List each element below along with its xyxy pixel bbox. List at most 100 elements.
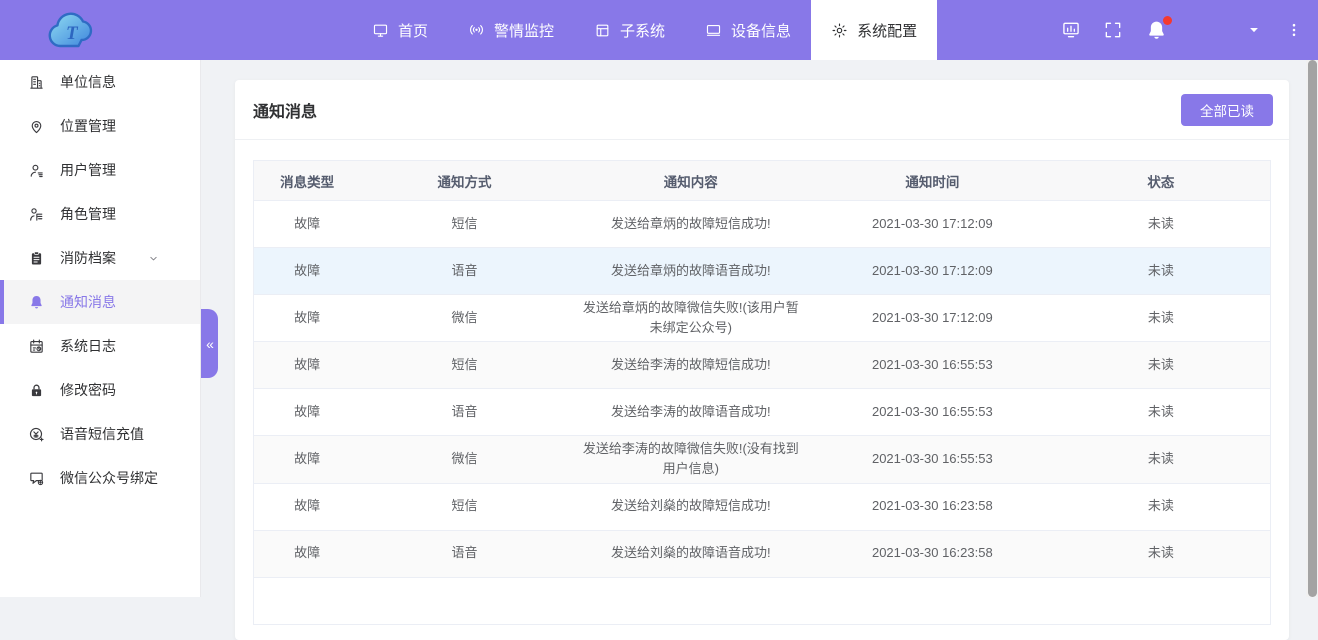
table-cell: 未读 (1052, 436, 1271, 483)
sidebar-item-wechat-binding[interactable]: 微信公众号绑定 (0, 456, 200, 500)
device-icon (705, 22, 722, 39)
kebab-button[interactable] (1285, 21, 1303, 39)
table-cell: 故障 (254, 342, 361, 389)
main-nav: 首页 警情监控 子系统设备信息 系统配置 (352, 0, 937, 60)
nav-item-label: 首页 (398, 20, 428, 41)
sidebar-item-unit-info[interactable]: 单位信息 (0, 60, 200, 104)
gear-icon (831, 22, 848, 39)
sidebar-item-voice-sms-recharge[interactable]: 语音短信充值 (0, 412, 200, 456)
sidebar-item-system-log[interactable]: 系统日志 (0, 324, 200, 368)
nav-item-subsystem[interactable]: 子系统 (574, 0, 685, 60)
app-logo[interactable]: T (26, 6, 122, 54)
location-icon (28, 118, 45, 135)
user-icon (28, 162, 45, 179)
kebab-icon (1285, 21, 1303, 39)
building-icon (28, 74, 45, 91)
table-cell: 故障 (254, 530, 361, 577)
clipboard-icon (28, 250, 45, 267)
table-cell (569, 577, 813, 624)
lock-icon (28, 382, 45, 399)
sidebar-item-label: 用户管理 (60, 160, 116, 180)
table-cell: 2021-03-30 16:23:58 (813, 530, 1052, 577)
nav-item-label: 系统配置 (857, 20, 917, 41)
stats-icon (1061, 20, 1081, 40)
sidebar-item-label: 系统日志 (60, 336, 116, 356)
svg-text:T: T (66, 23, 79, 44)
table-row[interactable]: 故障语音发送给李涛的故障语音成功!2021-03-30 16:55:53未读 (254, 389, 1271, 436)
table-cell: 2021-03-30 16:55:53 (813, 342, 1052, 389)
table-row[interactable]: 故障短信发送给刘燊的故障短信成功!2021-03-30 16:23:58未读 (254, 483, 1271, 530)
table-cell: 发送给刘燊的故障短信成功! (569, 483, 813, 530)
table-cell: 故障 (254, 201, 361, 248)
table-cell: 发送给章炳的故障语音成功! (569, 248, 813, 295)
notifications-table: 消息类型通知方式通知内容通知时间状态 故障短信发送给章炳的故障短信成功!2021… (253, 160, 1271, 625)
stats-button[interactable] (1061, 20, 1081, 40)
notification-badge (1163, 16, 1172, 25)
table-cell: 发送给章炳的故障微信失败!(该用户暂未绑定公众号) (569, 295, 813, 342)
nav-item-home[interactable]: 首页 (352, 0, 448, 60)
home-monitor-icon (372, 22, 389, 39)
table-row[interactable]: 故障短信发送给章炳的故障短信成功!2021-03-30 17:12:09未读 (254, 201, 1271, 248)
table-cell: 故障 (254, 295, 361, 342)
collapse-chevrons-icon: « (206, 336, 213, 352)
table-cell: 2021-03-30 17:12:09 (813, 295, 1052, 342)
table-cell: 未读 (1052, 201, 1271, 248)
column-header-4: 状态 (1052, 161, 1271, 201)
page-title: 通知消息 (253, 98, 317, 122)
column-header-3: 通知时间 (813, 161, 1052, 201)
vertical-scrollbar[interactable] (1306, 60, 1318, 597)
table-cell: 发送给章炳的故障短信成功! (569, 201, 813, 248)
table-row[interactable]: 故障语音发送给刘燊的故障语音成功!2021-03-30 16:23:58未读 (254, 530, 1271, 577)
sidebar-item-label: 修改密码 (60, 380, 116, 400)
table-cell: 未读 (1052, 248, 1271, 295)
column-header-1: 通知方式 (360, 161, 568, 201)
main-content: 通知消息 全部已读 消息类型通知方式通知内容通知时间状态 故障短信发送给章炳的故… (201, 60, 1306, 597)
table-container: 消息类型通知方式通知内容通知时间状态 故障短信发送给章炳的故障短信成功!2021… (235, 140, 1289, 625)
sidebar-item-role-mgmt[interactable]: 角色管理 (0, 192, 200, 236)
card-header: 通知消息 全部已读 (235, 80, 1289, 140)
table-cell (254, 577, 361, 624)
table-cell: 2021-03-30 17:12:09 (813, 201, 1052, 248)
table-row[interactable]: 故障短信发送给李涛的故障短信成功!2021-03-30 16:55:53未读 (254, 342, 1271, 389)
column-header-2: 通知内容 (569, 161, 813, 201)
table-cell: 短信 (360, 483, 568, 530)
fullscreen-icon (1103, 20, 1123, 40)
coin-icon (28, 426, 45, 443)
table-cell: 发送给李涛的故障短信成功! (569, 342, 813, 389)
table-cell: 微信 (360, 295, 568, 342)
bell-outline-icon (28, 294, 45, 311)
table-cell: 故障 (254, 389, 361, 436)
nav-item-label: 子系统 (620, 20, 665, 41)
table-cell: 未读 (1052, 530, 1271, 577)
sidebar-collapse-button[interactable]: « (201, 309, 218, 378)
nav-item-system-config[interactable]: 系统配置 (811, 0, 937, 60)
scrollbar-thumb[interactable] (1308, 60, 1317, 597)
subsystem-icon (594, 22, 611, 39)
sidebar-item-user-mgmt[interactable]: 用户管理 (0, 148, 200, 192)
table-cell (813, 577, 1052, 624)
sidebar-item-label: 单位信息 (60, 72, 116, 92)
column-header-0: 消息类型 (254, 161, 361, 201)
table-cell: 故障 (254, 248, 361, 295)
fullscreen-button[interactable] (1103, 20, 1123, 40)
table-header-row: 消息类型通知方式通知内容通知时间状态 (254, 161, 1271, 201)
bell-button[interactable] (1145, 19, 1168, 42)
nav-item-alarm-monitor[interactable]: 警情监控 (448, 0, 574, 60)
table-row[interactable]: 故障语音发送给章炳的故障语音成功!2021-03-30 17:12:09未读 (254, 248, 1271, 295)
table-cell: 2021-03-30 17:12:09 (813, 248, 1052, 295)
sidebar-item-label: 角色管理 (60, 204, 116, 224)
table-row[interactable]: 故障微信发送给章炳的故障微信失败!(该用户暂未绑定公众号)2021-03-30 … (254, 295, 1271, 342)
mark-all-read-button[interactable]: 全部已读 (1181, 94, 1273, 126)
nav-item-device-info[interactable]: 设备信息 (685, 0, 811, 60)
sidebar-item-fire-archive[interactable]: 消防档案 (0, 236, 200, 280)
sidebar-item-location-mgmt[interactable]: 位置管理 (0, 104, 200, 148)
broadcast-icon (468, 22, 485, 39)
nav-item-label: 警情监控 (494, 20, 554, 41)
sidebar-item-label: 消防档案 (60, 248, 116, 268)
table-cell: 语音 (360, 530, 568, 577)
table-row[interactable]: 故障微信发送给李涛的故障微信失败!(没有找到用户信息)2021-03-30 16… (254, 436, 1271, 483)
table-cell: 未读 (1052, 295, 1271, 342)
sidebar-item-change-password[interactable]: 修改密码 (0, 368, 200, 412)
caret-button[interactable] (1245, 21, 1263, 39)
sidebar-item-notifications[interactable]: 通知消息 (0, 280, 200, 324)
